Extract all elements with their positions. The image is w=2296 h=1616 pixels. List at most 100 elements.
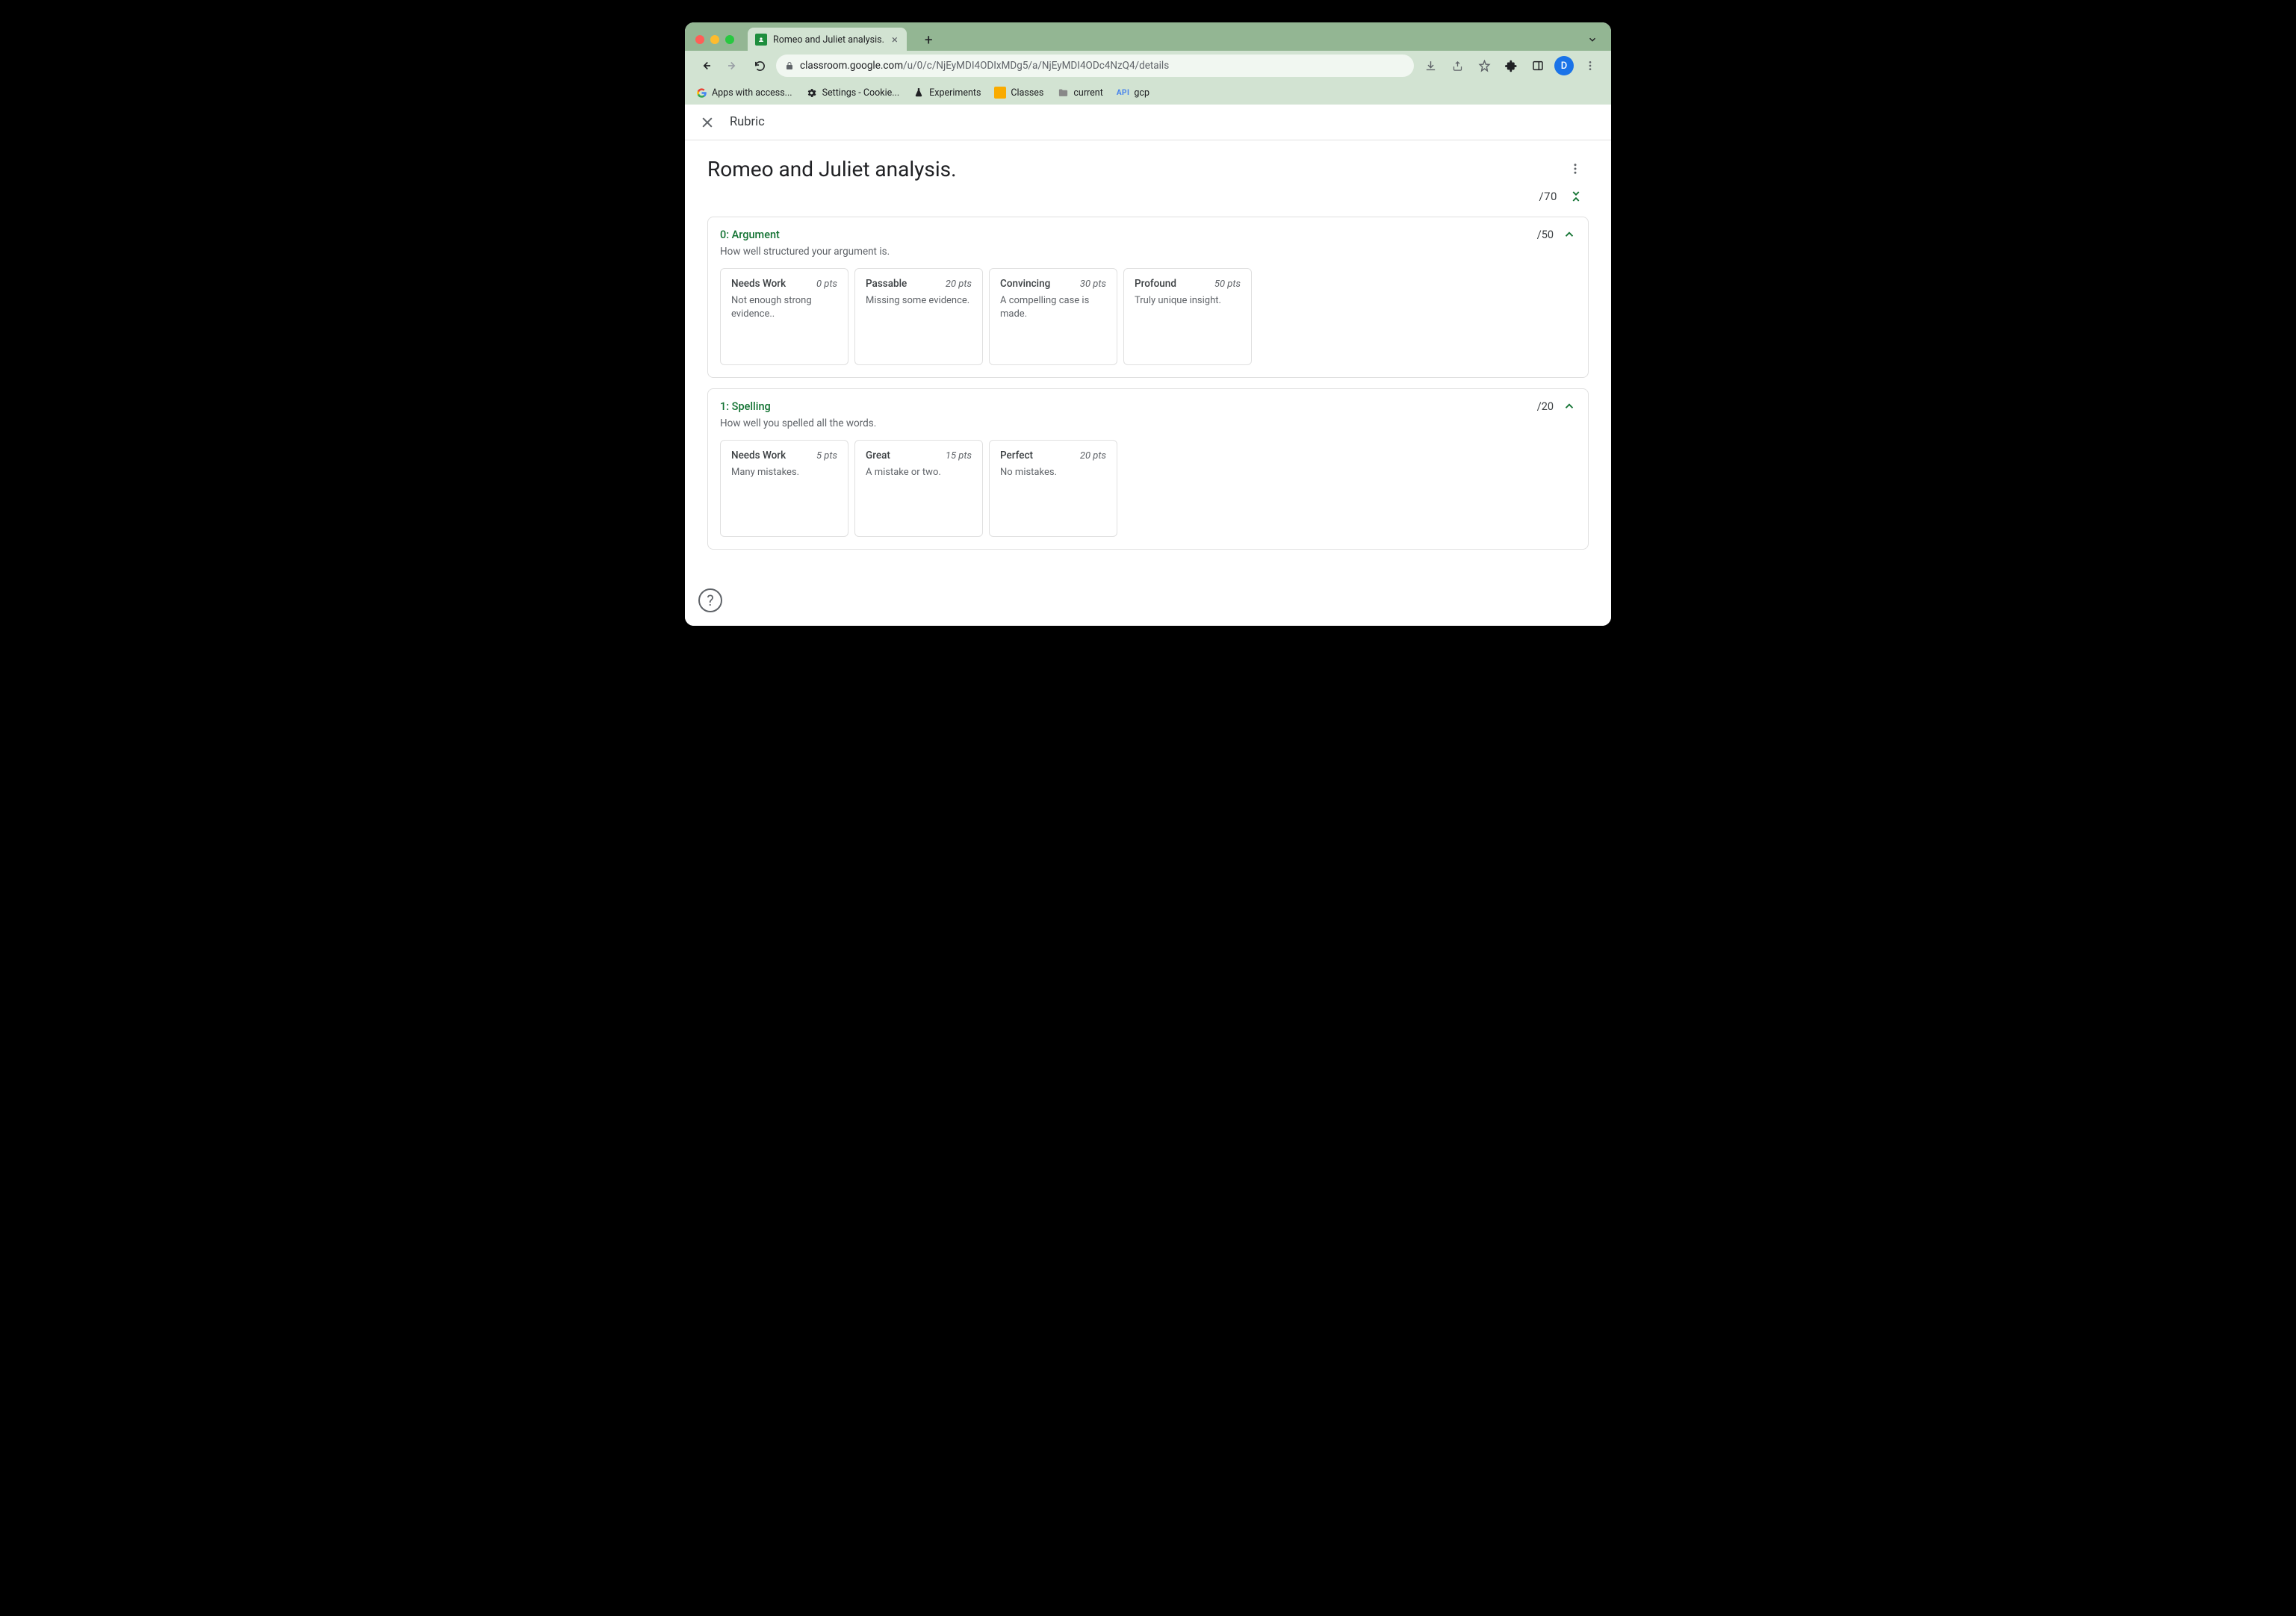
level-points: 50 pts: [1214, 279, 1241, 290]
download-icon[interactable]: [1420, 55, 1441, 76]
bookmark-label: gcp: [1134, 87, 1149, 99]
level-card[interactable]: Convincing 30 pts A compelling case is ma…: [989, 268, 1117, 365]
level-description: Truly unique insight.: [1135, 294, 1241, 308]
sidepanel-icon[interactable]: [1527, 55, 1548, 76]
total-points: /70: [1539, 190, 1557, 203]
level-points: 30 pts: [1080, 279, 1106, 290]
level-description: No mistakes.: [1000, 466, 1106, 479]
level-list: Needs Work 5 pts Many mistakes. Great 15 p…: [720, 440, 1576, 537]
criterion-argument: 0: Argument /50 How well structured your…: [707, 217, 1589, 378]
forward-button[interactable]: [722, 55, 743, 76]
level-points: 0 pts: [816, 279, 837, 290]
classroom-favicon-icon: [755, 34, 767, 46]
profile-avatar[interactable]: D: [1554, 56, 1574, 75]
classroom-icon: [994, 87, 1006, 99]
level-card[interactable]: Needs Work 5 pts Many mistakes.: [720, 440, 848, 537]
level-points: 5 pts: [816, 450, 837, 462]
chevron-up-icon[interactable]: [1563, 400, 1576, 413]
level-description: Many mistakes.: [731, 466, 837, 479]
level-name: Passable: [866, 278, 907, 290]
lock-icon: [785, 61, 794, 70]
flask-icon: [913, 87, 925, 99]
browser-tab[interactable]: Romeo and Juliet analysis. ×: [748, 28, 907, 52]
bookmark-bar: Apps with access... Settings - Cookie...…: [685, 81, 1611, 105]
level-card[interactable]: Perfect 20 pts No mistakes.: [989, 440, 1117, 537]
page-header: Rubric: [685, 105, 1611, 140]
level-card[interactable]: Profound 50 pts Truly unique insight.: [1123, 268, 1252, 365]
bookmark-label: Experiments: [929, 87, 981, 99]
share-icon[interactable]: [1447, 55, 1468, 76]
bookmark-current[interactable]: current: [1057, 87, 1102, 99]
address-bar: classroom.google.com/u/0/c/NjEyMDI4ODIxM…: [685, 51, 1611, 81]
rubric-content: Romeo and Juliet analysis. /70 0: Argume…: [685, 140, 1611, 626]
window-controls: [695, 35, 734, 44]
level-description: Missing some evidence.: [866, 294, 972, 308]
window-close-icon[interactable]: [695, 35, 704, 44]
level-list: Needs Work 0 pts Not enough strong eviden…: [720, 268, 1576, 365]
level-description: Not enough strong evidence..: [731, 294, 837, 321]
back-button[interactable]: [695, 55, 716, 76]
level-name: Needs Work: [731, 278, 786, 290]
bookmark-label: current: [1073, 87, 1102, 99]
google-icon: [695, 87, 707, 99]
criterion-description: How well structured your argument is.: [720, 246, 1576, 258]
bookmark-api[interactable]: API gcp: [1117, 87, 1149, 99]
title-row: Romeo and Juliet analysis.: [707, 155, 1589, 182]
browser-menu-icon[interactable]: [1580, 55, 1601, 76]
more-options-button[interactable]: [1562, 155, 1589, 182]
level-card[interactable]: Passable 20 pts Missing some evidence.: [854, 268, 983, 365]
chevron-up-icon[interactable]: [1563, 228, 1576, 241]
browser-chrome: Romeo and Juliet analysis. × + c: [685, 22, 1611, 105]
window-minimize-icon[interactable]: [710, 35, 719, 44]
url-text: classroom.google.com/u/0/c/NjEyMDI4ODIxM…: [800, 60, 1169, 72]
bookmark-label: Classes: [1011, 87, 1043, 99]
bookmark-experiments[interactable]: Experiments: [913, 87, 981, 99]
tab-strip: Romeo and Juliet analysis. × +: [685, 22, 1611, 51]
bookmark-label: Apps with access...: [712, 87, 792, 99]
level-points: 20 pts: [1080, 450, 1106, 462]
criterion-description: How well you spelled all the words.: [720, 417, 1576, 429]
criterion-title: 1: Spelling: [720, 400, 1537, 413]
extensions-icon[interactable]: [1501, 55, 1521, 76]
level-name: Profound: [1135, 278, 1176, 290]
level-description: A mistake or two.: [866, 466, 972, 479]
bookmark-settings-cookie[interactable]: Settings - Cookie...: [806, 87, 900, 99]
bookmark-star-icon[interactable]: [1474, 55, 1495, 76]
level-description: A compelling case is made.: [1000, 294, 1106, 321]
rubric-title: Romeo and Juliet analysis.: [707, 157, 1562, 181]
bookmark-classes[interactable]: Classes: [994, 87, 1043, 99]
tabs-overflow-icon[interactable]: [1587, 34, 1598, 45]
collapse-all-button[interactable]: [1566, 187, 1586, 206]
bookmark-label: API: [1117, 89, 1130, 97]
avatar-letter: D: [1561, 60, 1568, 72]
browser-window: Romeo and Juliet analysis. × + c: [685, 22, 1611, 626]
level-name: Great: [866, 450, 890, 462]
header-title: Rubric: [730, 115, 765, 129]
help-button[interactable]: ?: [698, 588, 722, 612]
criterion-points: /50: [1537, 229, 1554, 241]
level-name: Convincing: [1000, 278, 1050, 290]
url-input[interactable]: classroom.google.com/u/0/c/NjEyMDI4ODIxM…: [776, 55, 1414, 77]
level-card[interactable]: Needs Work 0 pts Not enough strong eviden…: [720, 268, 848, 365]
reload-button[interactable]: [749, 55, 770, 76]
level-points: 20 pts: [946, 279, 972, 290]
criterion-header[interactable]: 1: Spelling /20: [720, 400, 1576, 413]
level-card[interactable]: Great 15 pts A mistake or two.: [854, 440, 983, 537]
level-name: Perfect: [1000, 450, 1033, 462]
bookmark-apps-access[interactable]: Apps with access...: [695, 87, 792, 99]
level-points: 15 pts: [946, 450, 972, 462]
criterion-header[interactable]: 0: Argument /50: [720, 228, 1576, 241]
window-zoom-icon[interactable]: [725, 35, 734, 44]
close-icon[interactable]: [700, 115, 715, 130]
new-tab-button[interactable]: +: [920, 31, 937, 49]
total-points-row: /70: [707, 187, 1589, 206]
tab-title: Romeo and Juliet analysis.: [773, 34, 884, 46]
gear-icon: [806, 87, 818, 99]
criterion-spelling: 1: Spelling /20 How well you spelled all…: [707, 388, 1589, 550]
criterion-points: /20: [1537, 400, 1554, 413]
tab-close-icon[interactable]: ×: [890, 33, 899, 46]
bookmark-label: Settings - Cookie...: [822, 87, 900, 99]
criterion-title: 0: Argument: [720, 229, 1537, 241]
folder-icon: [1057, 87, 1069, 99]
level-name: Needs Work: [731, 450, 786, 462]
